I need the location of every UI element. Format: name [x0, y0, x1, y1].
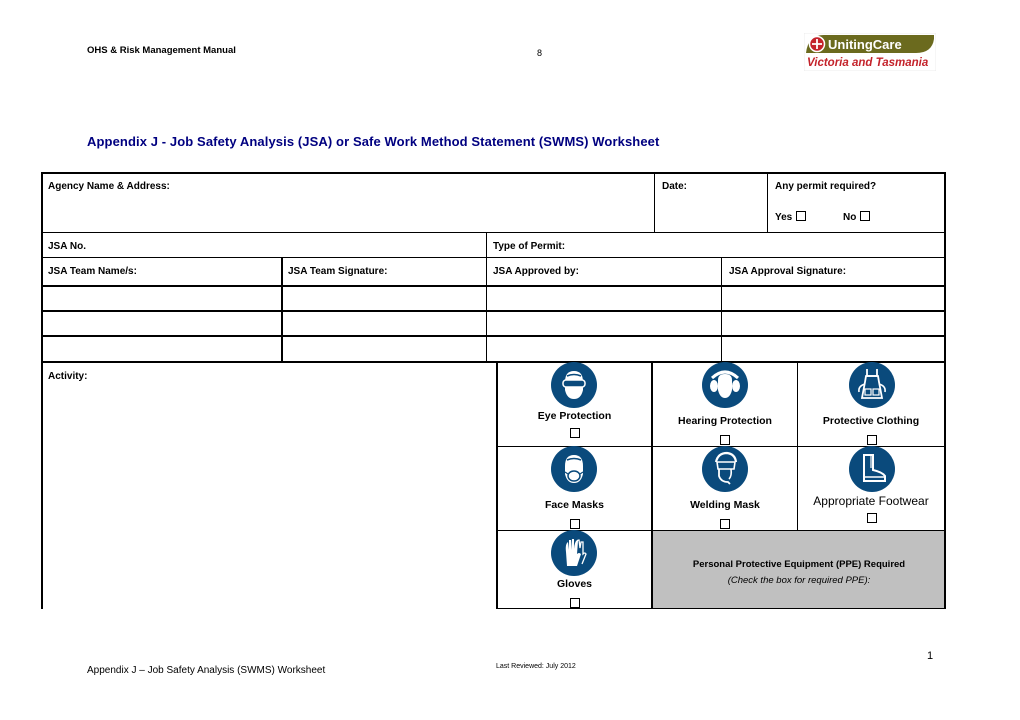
approved-by-field[interactable] [488, 312, 720, 334]
col-divider [281, 257, 283, 362]
col-divider [654, 172, 655, 232]
eye-protection-checkbox[interactable] [570, 428, 580, 438]
team-name-field[interactable] [43, 312, 280, 334]
team-signature-field[interactable] [284, 337, 485, 360]
footer-document-name: Appendix J – Job Safety Analysis (SWMS) … [87, 665, 326, 676]
logo-name: UnitingCare [828, 37, 902, 52]
date-label: Date: [662, 181, 688, 192]
ppe-label: Hearing Protection [678, 415, 772, 427]
hearing-protection-checkbox[interactable] [720, 435, 730, 445]
ppe-label: Eye Protection [537, 410, 612, 422]
protective-clothing-checkbox[interactable] [867, 435, 877, 445]
page-reference: 8 [537, 48, 543, 58]
manual-title: OHS & Risk Management Manual [87, 45, 236, 56]
ear-defenders-icon [702, 362, 748, 408]
logo-subtitle: Victoria and Tasmania [807, 57, 929, 69]
permit-no-option[interactable]: No [843, 211, 871, 223]
permit-no-label: No [843, 212, 857, 223]
footer-page-number: 1 [927, 650, 934, 662]
col-divider [721, 257, 722, 362]
permit-yes-checkbox[interactable] [796, 211, 807, 221]
ppe-grid-line [496, 608, 946, 609]
table-border-top [41, 172, 946, 174]
type-of-permit-label: Type of Permit: [493, 241, 566, 252]
activity-label: Activity: [48, 371, 88, 382]
document-title: Appendix J - Job Safety Analysis (JSA) o… [87, 134, 660, 149]
approval-signature-field[interactable] [723, 312, 943, 334]
row-divider [41, 232, 946, 233]
ppe-required-instruction: (Check the box for required PPE): [727, 575, 871, 586]
col-divider [486, 257, 487, 362]
ppe-required-title: Personal Protective Equipment (PPE) Requ… [692, 559, 906, 570]
unitingcare-logo: UnitingCare Victoria and Tasmania [803, 32, 937, 72]
safety-goggles-icon [551, 362, 597, 408]
team-signature-field[interactable] [284, 312, 485, 334]
table-border-right [944, 172, 946, 609]
agency-name-address-field[interactable] [43, 195, 653, 231]
ppe-grid-line [496, 361, 498, 609]
activity-field[interactable] [43, 388, 495, 608]
row-divider [41, 361, 946, 363]
col-divider [486, 232, 487, 257]
apron-icon [849, 362, 895, 408]
respirator-mask-icon [551, 446, 597, 492]
ppe-label: Welding Mask [690, 499, 760, 511]
team-signature-field[interactable] [284, 287, 485, 309]
col-divider [767, 172, 768, 232]
team-signature-header: JSA Team Signature: [288, 266, 388, 277]
gloves-checkbox[interactable] [570, 598, 580, 608]
row-divider [41, 257, 946, 258]
approval-signature-header: JSA Approval Signature: [729, 266, 847, 277]
ppe-label: Gloves [556, 578, 593, 590]
jsa-no-label: JSA No. [48, 241, 86, 252]
agency-name-address-label: Agency Name & Address: [48, 181, 170, 192]
approval-signature-field[interactable] [723, 287, 943, 309]
team-name-field[interactable] [43, 287, 280, 309]
permit-yes-option[interactable]: Yes [775, 211, 807, 223]
face-masks-checkbox[interactable] [570, 519, 580, 529]
approved-by-header: JSA Approved by: [493, 266, 579, 277]
ppe-label: Protective Clothing [822, 415, 920, 427]
ppe-label: Appropriate Footwear [813, 494, 929, 508]
permit-yes-label: Yes [775, 212, 793, 223]
safety-boot-icon [849, 446, 895, 492]
welding-shield-icon [702, 446, 748, 492]
welding-mask-checkbox[interactable] [720, 519, 730, 529]
team-names-header: JSA Team Name/s: [48, 266, 137, 277]
approved-by-field[interactable] [488, 287, 720, 309]
approval-signature-field[interactable] [723, 337, 943, 360]
ppe-label: Face Masks [545, 499, 604, 511]
appropriate-footwear-checkbox[interactable] [867, 513, 877, 523]
permit-no-checkbox[interactable] [860, 211, 871, 221]
approved-by-field[interactable] [488, 337, 720, 360]
permit-question-label: Any permit required? [775, 181, 877, 192]
footer-last-reviewed: Last Reviewed: July 2012 [496, 663, 576, 670]
team-name-field[interactable] [43, 337, 280, 360]
gloves-icon [551, 530, 597, 576]
date-field[interactable] [656, 195, 766, 231]
